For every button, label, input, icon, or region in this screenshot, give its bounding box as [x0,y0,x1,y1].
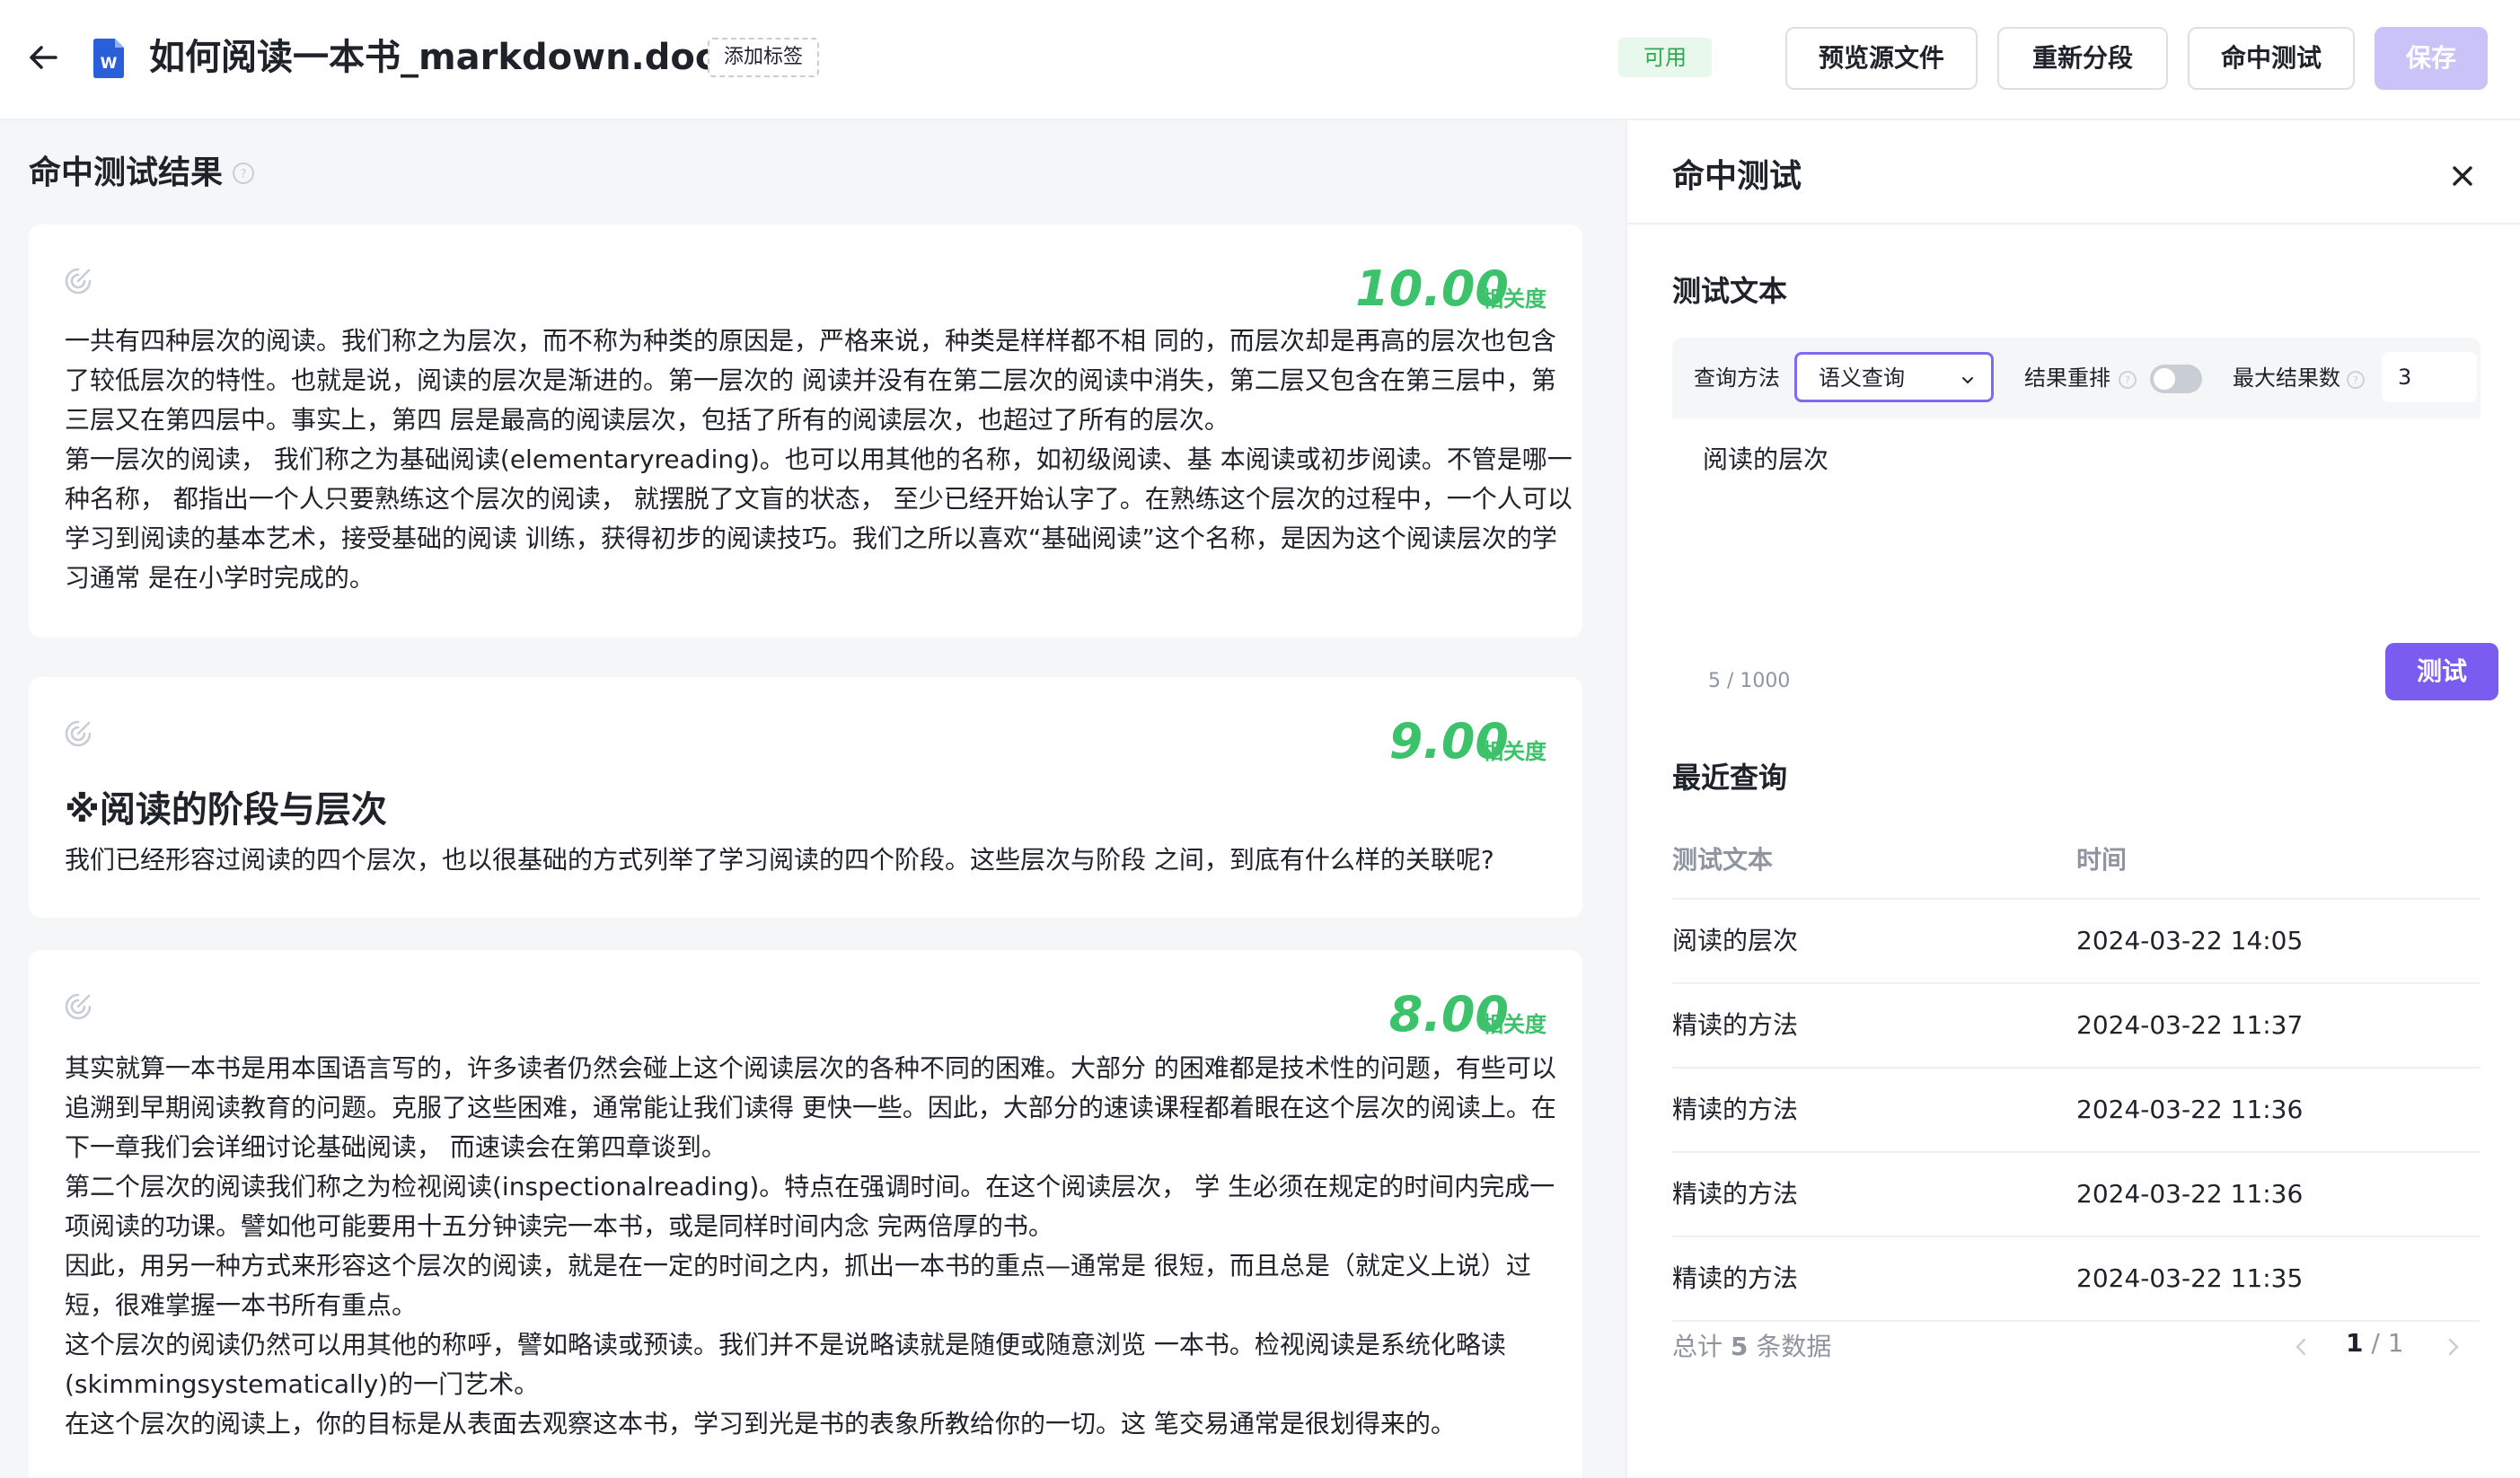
relevance-label: 相关度 [1482,286,1546,312]
help-icon[interactable]: ? [2118,370,2137,390]
total-suffix: 条数据 [1756,1332,1832,1361]
table-row[interactable]: 精读的方法 2024-03-22 11:36 [1672,1153,2480,1237]
relevance-label: 相关度 [1482,739,1546,764]
snippet-paragraph: 一共有四种层次的阅读。我们称之为层次，而不称为种类的原因是，严格来说，种类是样样… [65,326,1556,435]
rerank-label: 结果重排 [2024,365,2110,391]
help-icon[interactable]: ? [2346,370,2366,390]
total-prefix: 总计 [1672,1332,1723,1361]
query-time-cell: 2024-03-22 14:05 [2076,926,2304,955]
rerank-toggle[interactable] [2150,365,2202,393]
snippet-paragraph: 这个层次的阅读仍然可以用其他的称呼，譬如略读或预读。我们并不是说略读就是随便或随… [65,1330,1506,1399]
query-text-cell: 阅读的层次 [1672,926,1799,955]
query-method-label: 查询方法 [1694,365,1780,391]
snippet-paragraph: 其实就算一本书是用本国语言写的，许多读者仍然会碰上这个阅读层次的各种不同的困难。… [65,1053,1556,1162]
resegment-button[interactable]: 重新分段 [1997,27,2168,90]
snippet-target-icon [65,268,92,295]
max-results-input[interactable] [2382,352,2477,402]
recent-queries-title: 最近查询 [1672,761,1788,795]
doc-icon-letter: W [101,55,118,73]
toggle-knob [2154,368,2175,390]
query-box: 查询方法 语义查询 结果重排 ? 最大结果数 ? 阅读的层次 5 [1672,338,2480,729]
query-text-cell: 精读的方法 [1672,1179,1799,1209]
pagination: 1 / 1 [2346,1328,2404,1358]
table-row[interactable]: 精读的方法 2024-03-22 11:36 [1672,1069,2480,1153]
svg-text:?: ? [2353,374,2358,386]
table-row[interactable]: 精读的方法 2024-03-22 11:37 [1672,984,2480,1069]
total-number: 5 [1730,1332,1749,1361]
divider [1627,223,2520,224]
panel-title: 命中测试 [1672,158,1802,195]
results-title: 命中测试结果 [29,154,224,191]
table-row[interactable]: 阅读的层次 2024-03-22 14:05 [1672,900,2480,984]
snippet-paragraph: 第一层次的阅读， 我们称之为基础阅读(elementaryreading)。也可… [65,444,1573,593]
snippet-target-icon [65,720,92,747]
test-text-title: 测试文本 [1672,274,1788,308]
result-card[interactable]: 9.00 相关度 ※阅读的阶段与层次 我们已经形容过阅读的四个层次，也以很基础的… [29,677,1582,918]
add-tag-button[interactable]: 添加标签 [708,38,820,77]
query-text-cell: 精读的方法 [1672,1263,1799,1293]
query-time-cell: 2024-03-22 11:36 [2076,1179,2304,1209]
query-time-cell: 2024-03-22 11:36 [2076,1095,2304,1124]
top-bar: W 如何阅读一本书_markdown.docx 添加标签 可用 预览源文件 重新… [0,0,2520,120]
char-count: 5 / 1000 [1708,670,1791,692]
snippet-heading: ※阅读的阶段与层次 [65,789,387,831]
snippet-text: 其实就算一本书是用本国语言写的，许多读者仍然会碰上这个阅读层次的各种不同的困难。… [65,1049,1573,1444]
page-total: 1 [2387,1328,2404,1358]
page-current: 1 [2346,1328,2364,1358]
results-pane: 命中测试结果 ? 10.00 相关度 一共有四种层次的阅读。我们称之为层次，而不… [0,120,1626,1478]
query-options: 查询方法 语义查询 结果重排 ? 最大结果数 ? [1672,338,2480,418]
word-doc-icon: W [93,39,124,78]
query-method-select[interactable]: 语义查询 [1794,352,1994,402]
hit-test-panel: 命中测试 测试文本 查询方法 语义查询 结果重排 ? 最大结果数 ? 3 阅读的… [1626,120,2520,1478]
help-icon[interactable]: ? [232,162,255,185]
snippet-target-icon [65,993,92,1020]
query-text-cell: 精读的方法 [1672,1010,1799,1040]
total-count: 总计 5 条数据 [1672,1329,1831,1365]
svg-text:?: ? [241,168,247,181]
column-header-time: 时间 [2076,845,2128,875]
table-row[interactable]: 精读的方法 2024-03-22 11:35 [1672,1237,2480,1322]
query-text-cell: 精读的方法 [1672,1095,1799,1124]
status-badge: 可用 [1618,38,1712,77]
snippet-text: 我们已经形容过阅读的四个层次，也以很基础的方式列举了学习阅读的四个阶段。这些层次… [65,840,1573,880]
query-time-cell: 2024-03-22 11:37 [2076,1010,2304,1040]
save-button[interactable]: 保存 [2375,27,2488,90]
snippet-paragraph: 因此，用另一种方式来形容这个层次的阅读，就是在一定的时间之内，抓出一本书的重点—… [65,1251,1531,1320]
recent-table-header: 测试文本 时间 [1672,821,2480,900]
query-text-input[interactable]: 阅读的层次 [1672,418,2480,729]
chevron-down-icon [1962,377,1973,384]
relevance-label: 相关度 [1482,1012,1546,1037]
close-icon[interactable] [2445,158,2480,194]
snippet-paragraph: 我们已经形容过阅读的四个层次，也以很基础的方式列举了学习阅读的四个阶段。这些层次… [65,845,1494,875]
svg-text:?: ? [2125,374,2130,386]
hit-test-button[interactable]: 命中测试 [2188,27,2355,90]
snippet-text: 一共有四种层次的阅读。我们称之为层次，而不称为种类的原因是，严格来说，种类是样样… [65,321,1573,598]
snippet-paragraph: 在这个层次的阅读上，你的目标是从表面去观察这本书，学习到光是书的表象所教给你的一… [65,1409,1456,1438]
result-card[interactable]: 10.00 相关度 一共有四种层次的阅读。我们称之为层次，而不称为种类的原因是，… [29,224,1582,638]
preview-source-button[interactable]: 预览源文件 [1785,27,1978,90]
chevron-left-icon[interactable] [2288,1333,2313,1361]
snippet-paragraph: 第二个层次的阅读我们称之为检视阅读(inspectionalreading)。特… [65,1172,1555,1241]
query-time-cell: 2024-03-22 11:35 [2076,1263,2304,1293]
back-arrow-icon[interactable] [25,40,61,75]
column-header-text: 测试文本 [1672,845,1774,875]
max-results-label: 最大结果数 [2233,365,2340,391]
chevron-right-icon[interactable] [2441,1333,2466,1361]
test-button[interactable]: 测试 [2385,643,2498,700]
result-card[interactable]: 8.00 相关度 其实就算一本书是用本国语言写的，许多读者仍然会碰上这个阅读层次… [29,950,1582,1478]
query-method-value: 语义查询 [1819,365,1905,391]
document-title: 如何阅读一本书_markdown.docx [149,37,740,78]
